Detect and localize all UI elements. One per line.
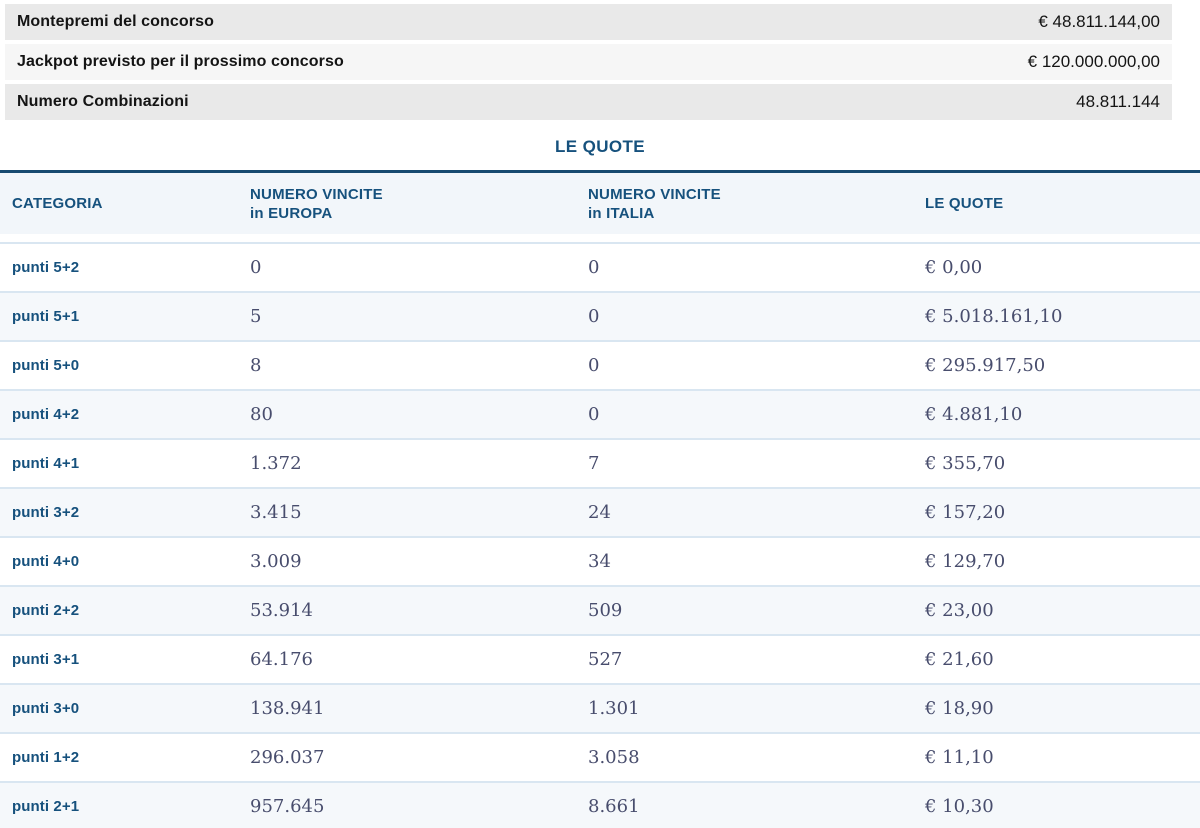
vincite-europa-cell: 5 — [250, 306, 262, 327]
categoria-cell: punti 3+1 — [12, 651, 80, 668]
eurojackpot-results-panel: Montepremi del concorso € 48.811.144,00 … — [0, 0, 1200, 828]
quota-cell: € 18,90 — [925, 698, 994, 719]
quote-table: CATEGORIA NUMERO VINCITE in EUROPA NUMER… — [0, 170, 1200, 828]
quote-table-body: punti 5+2 0 0 € 0,00 punti 5+1 5 0 € 5.0… — [0, 242, 1200, 828]
quote-table-row: punti 5+0 8 0 € 295.917,50 — [0, 340, 1200, 389]
quote-table-row: punti 3+1 64.176 527 € 21,60 — [0, 634, 1200, 683]
header-le-quote: LE QUOTE — [925, 195, 1004, 212]
vincite-europa-cell: 3.009 — [250, 551, 302, 572]
vincite-europa-cell: 8 — [250, 355, 262, 376]
categoria-cell: punti 4+1 — [12, 455, 80, 472]
header-numero-vincite-europa: NUMERO VINCITE in EUROPA — [250, 185, 588, 223]
quota-cell: € 295.917,50 — [925, 355, 1046, 376]
quote-table-row: punti 3+0 138.941 1.301 € 18,90 — [0, 683, 1200, 732]
vincite-italia-cell: 509 — [588, 600, 623, 621]
vincite-europa-cell: 1.372 — [250, 453, 302, 474]
montepremi-value: € 48.811.144,00 — [1038, 12, 1160, 31]
quota-cell: € 129,70 — [925, 551, 1006, 572]
info-row-montepremi: Montepremi del concorso € 48.811.144,00 — [5, 4, 1172, 40]
vincite-italia-cell: 1.301 — [588, 698, 640, 719]
quota-cell: € 355,70 — [925, 453, 1006, 474]
quote-table-row: punti 4+1 1.372 7 € 355,70 — [0, 438, 1200, 487]
categoria-cell: punti 5+2 — [12, 259, 80, 276]
quota-cell: € 10,30 — [925, 796, 994, 817]
quote-table-row: punti 1+2 296.037 3.058 € 11,10 — [0, 732, 1200, 781]
vincite-europa-cell: 296.037 — [250, 747, 325, 768]
header-italia-line2: in ITALIA — [588, 204, 655, 222]
categoria-cell: punti 5+0 — [12, 357, 80, 374]
header-categoria: CATEGORIA — [12, 195, 103, 212]
vincite-europa-cell: 138.941 — [250, 698, 325, 719]
vincite-italia-cell: 3.058 — [588, 747, 640, 768]
quote-table-row: punti 4+2 80 0 € 4.881,10 — [0, 389, 1200, 438]
quote-table-row: punti 2+1 957.645 8.661 € 10,30 — [0, 781, 1200, 828]
categoria-cell: punti 5+1 — [12, 308, 80, 325]
categoria-cell: punti 3+2 — [12, 504, 80, 521]
categoria-cell: punti 4+0 — [12, 553, 80, 570]
info-row-jackpot: Jackpot previsto per il prossimo concors… — [5, 44, 1172, 80]
quote-table-row: punti 4+0 3.009 34 € 129,70 — [0, 536, 1200, 585]
vincite-italia-cell: 0 — [588, 306, 600, 327]
header-europa-line1: NUMERO VINCITE — [250, 185, 383, 203]
categoria-cell: punti 2+2 — [12, 602, 80, 619]
quota-cell: € 21,60 — [925, 649, 994, 670]
quota-cell: € 157,20 — [925, 502, 1006, 523]
vincite-europa-cell: 80 — [250, 404, 273, 425]
vincite-italia-cell: 0 — [588, 404, 600, 425]
quote-table-row: punti 5+1 5 0 € 5.018.161,10 — [0, 291, 1200, 340]
quota-cell: € 23,00 — [925, 600, 994, 621]
quota-cell: € 4.881,10 — [925, 404, 1023, 425]
combinazioni-value: 48.811.144 — [1076, 92, 1160, 111]
jackpot-value: € 120.000.000,00 — [1027, 52, 1160, 71]
jackpot-label: Jackpot previsto per il prossimo concors… — [17, 53, 344, 70]
header-europa-line2: in EUROPA — [250, 204, 333, 222]
quote-table-header: CATEGORIA NUMERO VINCITE in EUROPA NUMER… — [0, 173, 1200, 234]
categoria-cell: punti 2+1 — [12, 798, 80, 815]
quote-table-row: punti 5+2 0 0 € 0,00 — [0, 242, 1200, 291]
vincite-europa-cell: 3.415 — [250, 502, 302, 523]
vincite-italia-cell: 8.661 — [588, 796, 640, 817]
categoria-cell: punti 3+0 — [12, 700, 80, 717]
vincite-europa-cell: 957.645 — [250, 796, 325, 817]
vincite-europa-cell: 0 — [250, 257, 262, 278]
quote-table-row: punti 3+2 3.415 24 € 157,20 — [0, 487, 1200, 536]
combinazioni-label: Numero Combinazioni — [17, 93, 189, 110]
vincite-italia-cell: 24 — [588, 502, 611, 523]
header-numero-vincite-italia: NUMERO VINCITE in ITALIA — [588, 185, 925, 223]
categoria-cell: punti 1+2 — [12, 749, 80, 766]
quota-cell: € 5.018.161,10 — [925, 306, 1063, 327]
vincite-europa-cell: 53.914 — [250, 600, 313, 621]
vincite-italia-cell: 527 — [588, 649, 623, 670]
section-title-le-quote: LE QUOTE — [554, 137, 646, 156]
vincite-italia-cell: 7 — [588, 453, 600, 474]
info-row-combinazioni: Numero Combinazioni 48.811.144 — [5, 84, 1172, 120]
vincite-europa-cell: 64.176 — [250, 649, 313, 670]
info-summary: Montepremi del concorso € 48.811.144,00 … — [5, 0, 1172, 120]
vincite-italia-cell: 0 — [588, 257, 600, 278]
categoria-cell: punti 4+2 — [12, 406, 80, 423]
vincite-italia-cell: 34 — [588, 551, 611, 572]
quota-cell: € 11,10 — [925, 747, 994, 768]
header-italia-line1: NUMERO VINCITE — [588, 185, 721, 203]
quote-table-row: punti 2+2 53.914 509 € 23,00 — [0, 585, 1200, 634]
vincite-italia-cell: 0 — [588, 355, 600, 376]
montepremi-label: Montepremi del concorso — [17, 13, 214, 30]
quota-cell: € 0,00 — [925, 257, 983, 278]
